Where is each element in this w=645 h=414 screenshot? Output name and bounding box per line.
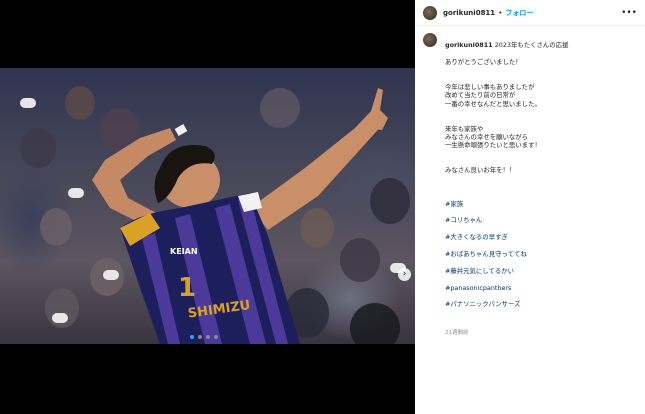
jersey-number: 1 <box>178 273 196 303</box>
caption-paragraph: 来年も家族や みなさんの幸せを願いながら 一生懸命頑張りたいと思います！ <box>445 124 541 150</box>
next-photo-button[interactable]: › <box>398 268 411 281</box>
post-header: gorikuni0811 • フォロー ••• <box>415 0 645 26</box>
hashtag-list: #家族 #コリちゃん #大きくなるの早すぎ #おばあちゃん見守っててね #藤井元… <box>445 191 568 317</box>
caption-username[interactable]: gorikuni0811 <box>445 41 493 49</box>
carousel-dot <box>206 335 210 339</box>
avatar[interactable] <box>423 33 437 47</box>
separator-dot: • <box>498 8 503 17</box>
chevron-right-icon: › <box>402 269 407 279</box>
caption: gorikuni0811 2023年もたくさんの応援 ありがとうございました！ … <box>423 33 637 345</box>
hashtag-link[interactable]: #家族 <box>445 200 568 208</box>
caption-body: gorikuni0811 2023年もたくさんの応援 ありがとうございました！ … <box>445 33 568 345</box>
caption-paragraph: みなさん良いお年を！！ <box>445 166 516 175</box>
hashtag-link[interactable]: #コリちゃん <box>445 216 568 224</box>
post-sidebar: gorikuni0811 • フォロー ••• gorikuni0811 202… <box>415 0 645 414</box>
follow-button[interactable]: フォロー <box>505 8 533 18</box>
more-horizontal-icon[interactable]: ••• <box>621 8 637 18</box>
caption-paragraph: 今年は悲しい事もありましたが 改めて当たり前の日常が 一番の幸せなんだと思いまし… <box>445 83 541 108</box>
player-figure: KEIAN 1 SHIMIZU <box>92 88 388 344</box>
hashtag-link[interactable]: #panasonicpanthers <box>445 284 568 292</box>
media-pane: KEIAN 1 SHIMIZU › <box>0 0 415 414</box>
carousel-dot <box>198 335 202 339</box>
caption-line: 2023年もたくさんの応援 <box>494 41 569 50</box>
hashtag-link[interactable]: #藤井元気にしてるかい <box>445 267 568 275</box>
hashtag-link[interactable]: #パナソニックパンサーズ <box>445 300 568 308</box>
caption-line: ありがとうございました！ <box>445 58 522 67</box>
carousel-dot <box>190 335 194 339</box>
post-timestamp: 21週間前 <box>445 329 469 336</box>
post-photo[interactable]: KEIAN 1 SHIMIZU › <box>0 68 415 344</box>
hashtag-link[interactable]: #おばあちゃん見守っててね <box>445 250 568 258</box>
header-username[interactable]: gorikuni0811 <box>443 9 495 17</box>
avatar[interactable] <box>423 5 437 20</box>
carousel-dot <box>214 335 218 339</box>
carousel-indicator <box>190 335 218 339</box>
hashtag-link[interactable]: #大きくなるの早すぎ <box>445 233 568 241</box>
jersey-sponsor: KEIAN <box>170 247 198 256</box>
